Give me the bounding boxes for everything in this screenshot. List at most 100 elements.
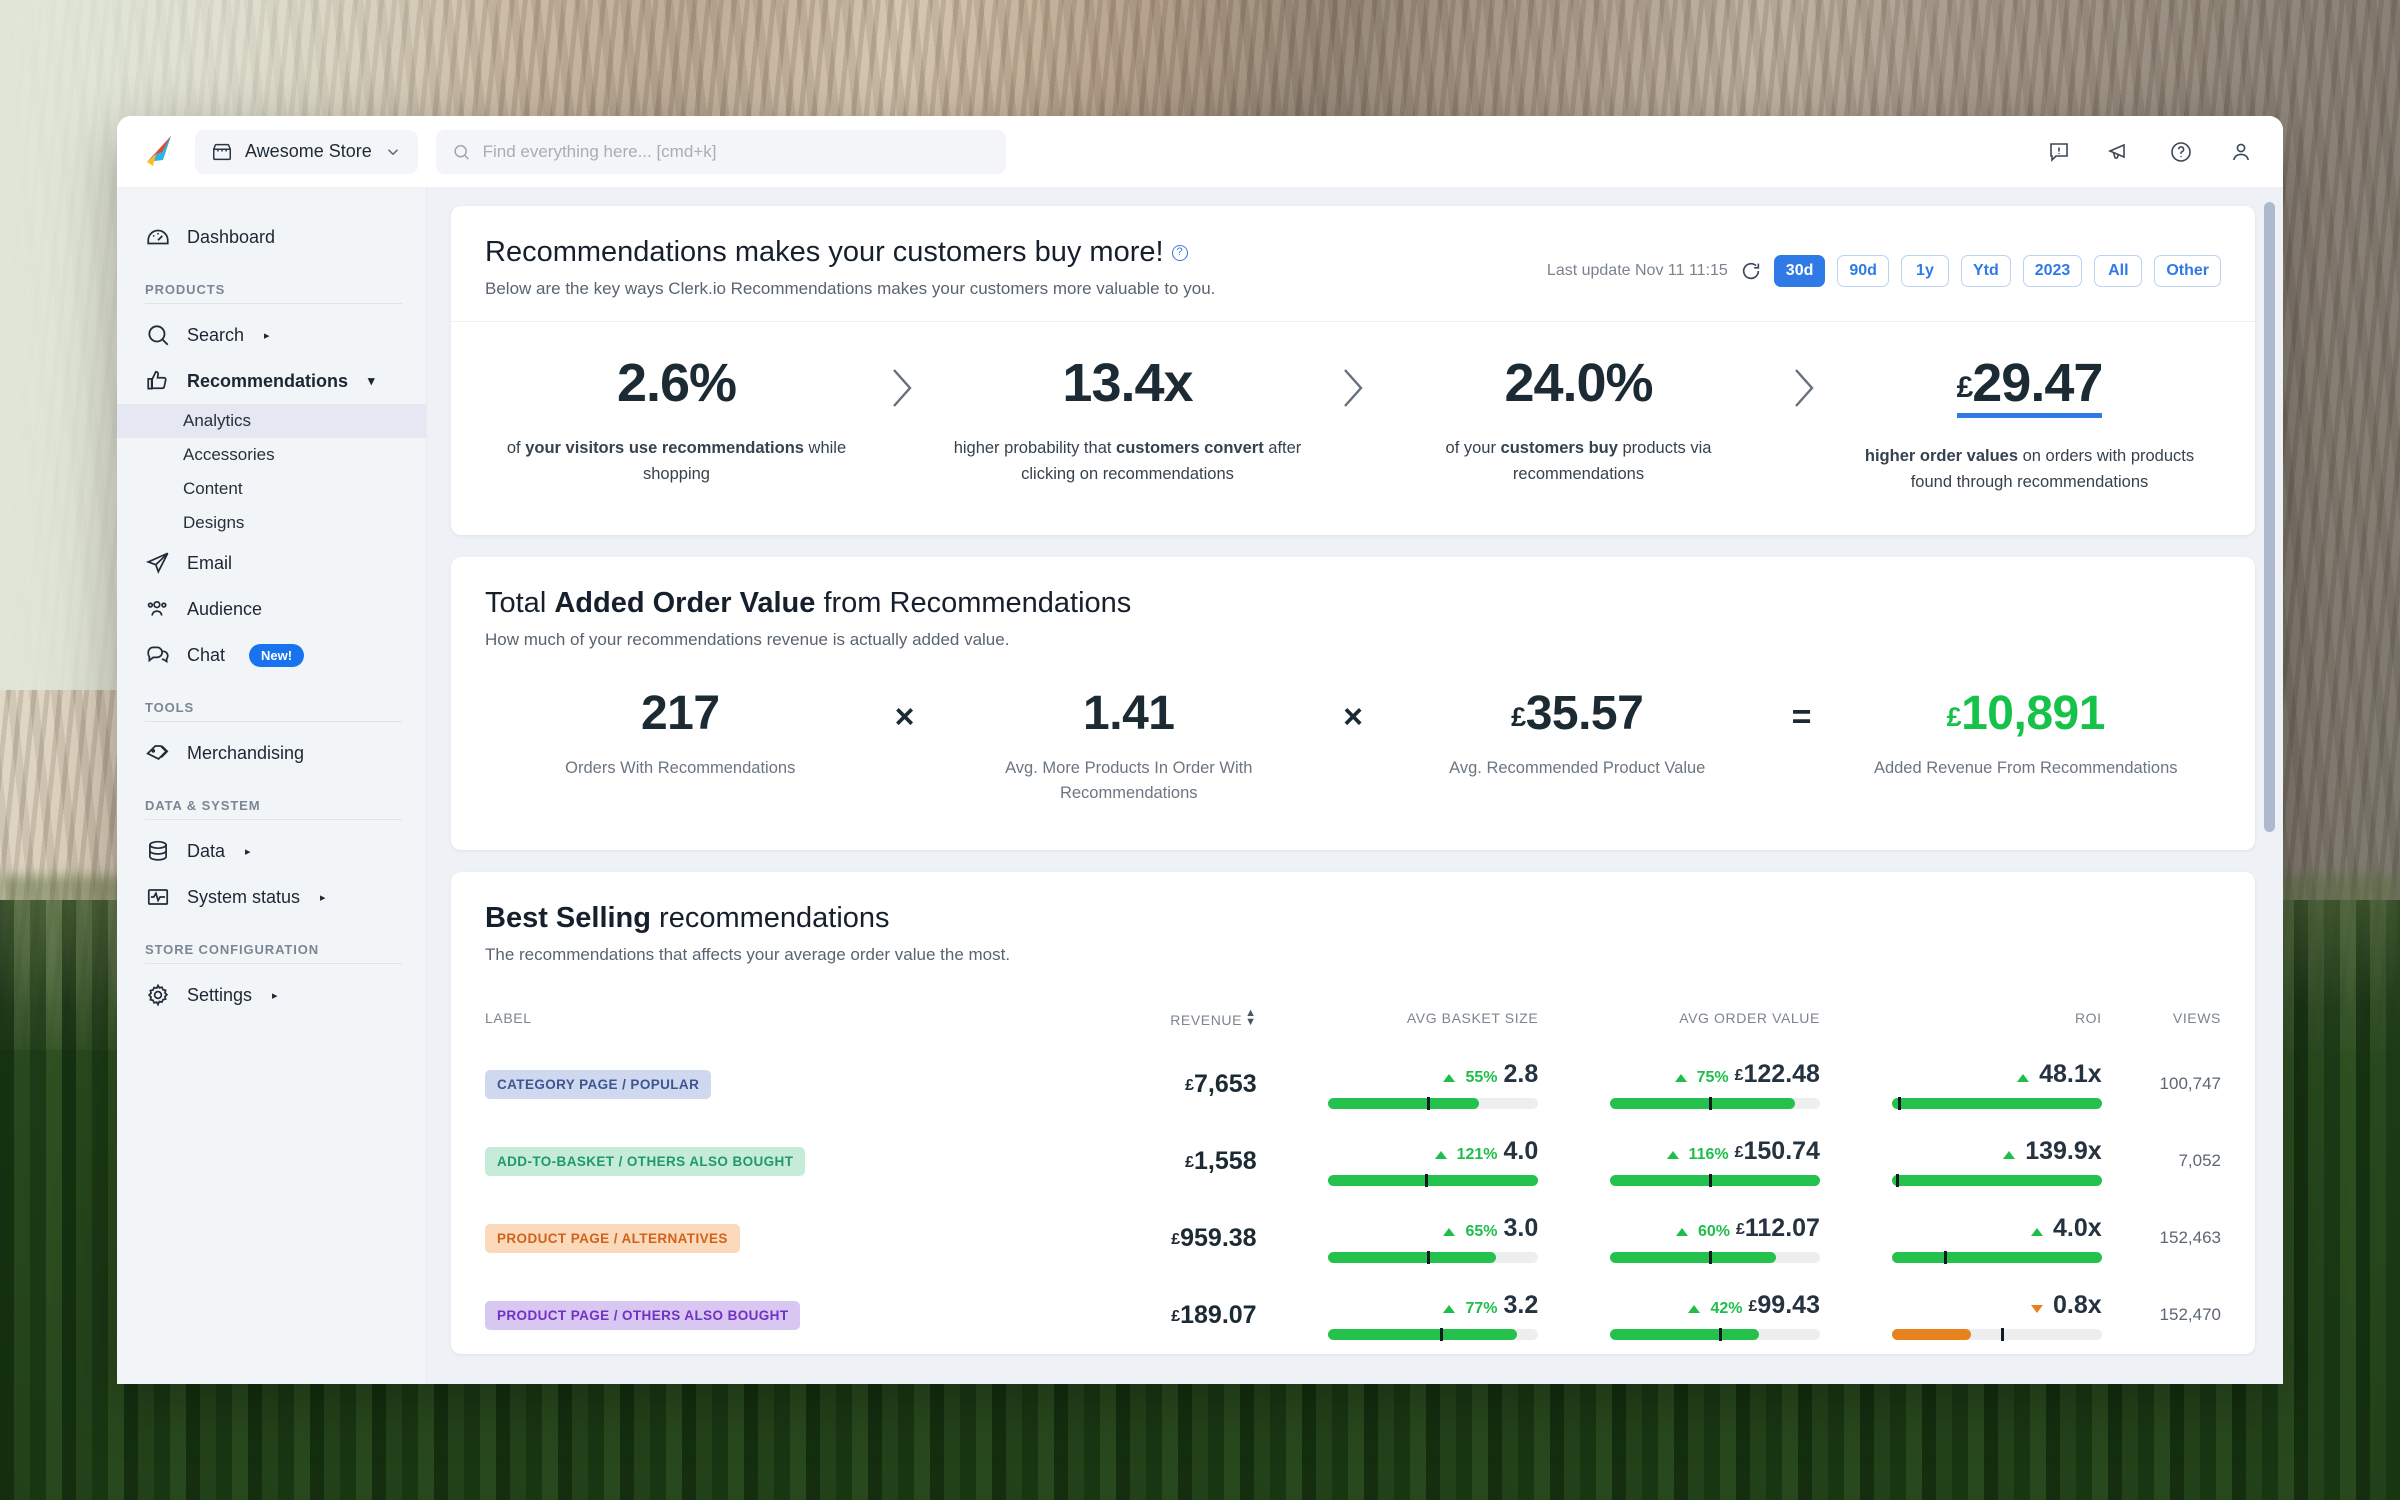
kpi-caption: of your visitors use recommendations whi… [506,439,847,483]
table-header: LABEL REVENUE ▲ ▼ AVG BASKET SIZE AVG ORDE… [451,987,2255,1046]
range-chip-ytd[interactable]: Ytd [1960,254,2011,287]
chevron-right-icon: ▸ [320,891,326,904]
column-label[interactable]: LABEL [451,987,1024,1046]
user-account-icon[interactable] [2229,140,2253,164]
cell-label: PRODUCT PAGE / OTHERS ALSO BOUGHT [451,1277,1024,1354]
table-row[interactable]: ADD-TO-BASKET / OTHERS ALSO BOUGHT £1,558… [451,1123,2255,1200]
metric-basket: 77% 3.2 [1328,1291,1539,1341]
cell-roi: 48.1x [1820,1046,2102,1123]
hero-card: Recommendations makes your customers buy… [451,206,2255,536]
help-icon[interactable] [2169,140,2193,164]
metric-order-value: 116% £150.74 [1609,1136,1820,1187]
sidebar-item-recommendations[interactable]: Recommendations ▾ [117,358,426,404]
sidebar-item-audience[interactable]: Audience [117,586,426,632]
audience-icon [147,600,167,616]
metric-value: 3.0 [1503,1213,1539,1242]
cell-avg-order-value: 116% £150.74 [1538,1123,1820,1200]
sidebar-item-email[interactable]: Email [117,540,426,586]
added-value-subtitle: How much of your recommendations revenue… [485,630,1010,650]
sidebar-item-label: Email [187,552,233,573]
sidebar-item-chat[interactable]: Chat New! [117,632,426,678]
metric-value: 2.8 [1503,1059,1539,1088]
metric-track [1609,1250,1820,1264]
sidebar-subitem-designs[interactable]: Designs [117,506,426,540]
sidebar-subitem-analytics[interactable]: Analytics [117,404,426,438]
sidebar-subitem-accessories[interactable]: Accessories [117,438,426,472]
kpi-chevron-icon [872,356,932,412]
page-title: Recommendations makes your customers buy… [485,236,1215,269]
column-views[interactable]: VIEWS [2102,987,2255,1046]
cell-revenue: £7,653 [1185,1069,1257,1098]
metric-pct: 77% [1465,1299,1498,1317]
kpi-chevron-icon [1323,356,1383,412]
sidebar-item-data[interactable]: Data ▸ [117,828,426,874]
table-row[interactable]: PRODUCT PAGE / ALTERNATIVES £959.38 65% 3.0… [451,1200,2255,1277]
sidebar-item-label: Search [187,324,245,345]
metric-value: £150.74 [1734,1136,1820,1165]
metric-fill [1891,1251,2102,1263]
range-chip-all[interactable]: All [2094,254,2143,287]
formula-value: 1.41 [1083,687,1175,741]
cell-avg-basket-size: 65% 3.0 [1257,1200,1539,1277]
sidebar-item-settings[interactable]: Settings ▸ [117,972,426,1018]
sidebar-subitem-content[interactable]: Content [117,472,426,506]
added-value-formula: 217 Orders With Recommendations × 1.41 Avg. … [451,672,2255,850]
metric-benchmark-tick [1944,1250,1948,1264]
hero-subtitle: Below are the key ways Clerk.io Recommen… [485,279,1216,298]
metric-value: 0.8x [2052,1290,2102,1319]
column-avg-basket-size[interactable]: AVG BASKET SIZE [1257,987,1539,1046]
metric-pct: 121% [1456,1145,1498,1163]
cell-roi: 0.8x [1820,1277,2102,1354]
store-picker[interactable]: Awesome Store [195,129,418,174]
kpi-caption: of your customers buy products via recom… [1445,439,1712,483]
hero-header: Recommendations makes your customers buy… [451,206,2255,321]
column-revenue[interactable]: REVENUE ▲ ▼ [1024,987,1257,1046]
recommendation-label-tag[interactable]: ADD-TO-BASKET / OTHERS ALSO BOUGHT [485,1146,806,1176]
range-chip-30d[interactable]: 30d [1773,254,1826,287]
recommendation-label-tag[interactable]: PRODUCT PAGE / ALTERNATIVES [485,1223,740,1253]
sidebar-item-dashboard[interactable]: Dashboard [117,214,426,260]
refresh-icon[interactable] [1740,260,1762,282]
column-roi[interactable]: ROI [1820,987,2102,1046]
metric-pct: 60% [1697,1222,1730,1240]
range-chip-2023[interactable]: 2023 [2022,254,2083,287]
global-search[interactable] [435,129,1006,174]
range-chip-90d[interactable]: 90d [1837,254,1889,287]
sidebar-item-label: Audience [187,598,263,619]
formula-cell: £10,891 Added Revenue From Recommendation… [1827,690,2226,781]
scrollbar-thumb[interactable] [2264,202,2275,832]
best-selling-header: Best Selling recommendations The recomme… [451,872,2255,987]
range-chip-1y[interactable]: 1y [1900,254,1949,287]
cell-label: ADD-TO-BASKET / OTHERS ALSO BOUGHT [451,1123,1024,1200]
metric-value: £122.48 [1734,1059,1820,1088]
sort-icon[interactable]: ▲ ▼ [1245,1007,1257,1027]
sidebar-item-system-status[interactable]: System status ▸ [117,874,426,920]
recommendation-label-tag[interactable]: CATEGORY PAGE / POPULAR [485,1069,712,1099]
recommendation-label-tag[interactable]: PRODUCT PAGE / OTHERS ALSO BOUGHT [485,1300,801,1330]
sidebar-section-tools: TOOLS [145,700,195,715]
metric-track [1328,1327,1539,1341]
title-rest: recommendations [651,901,890,934]
clerk-logo[interactable] [141,132,181,172]
metric-value: £99.43 [1748,1290,1820,1319]
table-row[interactable]: PRODUCT PAGE / OTHERS ALSO BOUGHT £189.07… [451,1277,2255,1354]
metric-track [1891,1173,2102,1187]
formula-label: Orders With Recommendations [565,759,796,778]
sidebar-divider [145,721,402,722]
column-avg-order-value[interactable]: AVG ORDER VALUE [1538,987,1820,1046]
table-row[interactable]: CATEGORY PAGE / POPULAR £7,653 55% 2.8 75% £1… [451,1046,2255,1123]
metric-benchmark-tick [1426,1250,1430,1264]
sidebar-item-search[interactable]: Search ▸ [117,312,426,358]
range-chip-other[interactable]: Other [2154,254,2221,287]
trend-up-icon [1443,1304,1456,1313]
sidebar-item-merchandising[interactable]: Merchandising [117,730,426,776]
megaphone-icon[interactable] [2107,139,2133,165]
alert-icon[interactable] [2047,140,2071,164]
sidebar-item-label: Merchandising [187,742,305,763]
info-icon[interactable]: ? [1171,244,1188,261]
cell-label: PRODUCT PAGE / ALTERNATIVES [451,1200,1024,1277]
metric-benchmark-tick [1708,1173,1712,1187]
search-input[interactable] [482,141,990,162]
search-icon [148,325,169,346]
scrollbar-track[interactable] [2264,202,2275,1384]
